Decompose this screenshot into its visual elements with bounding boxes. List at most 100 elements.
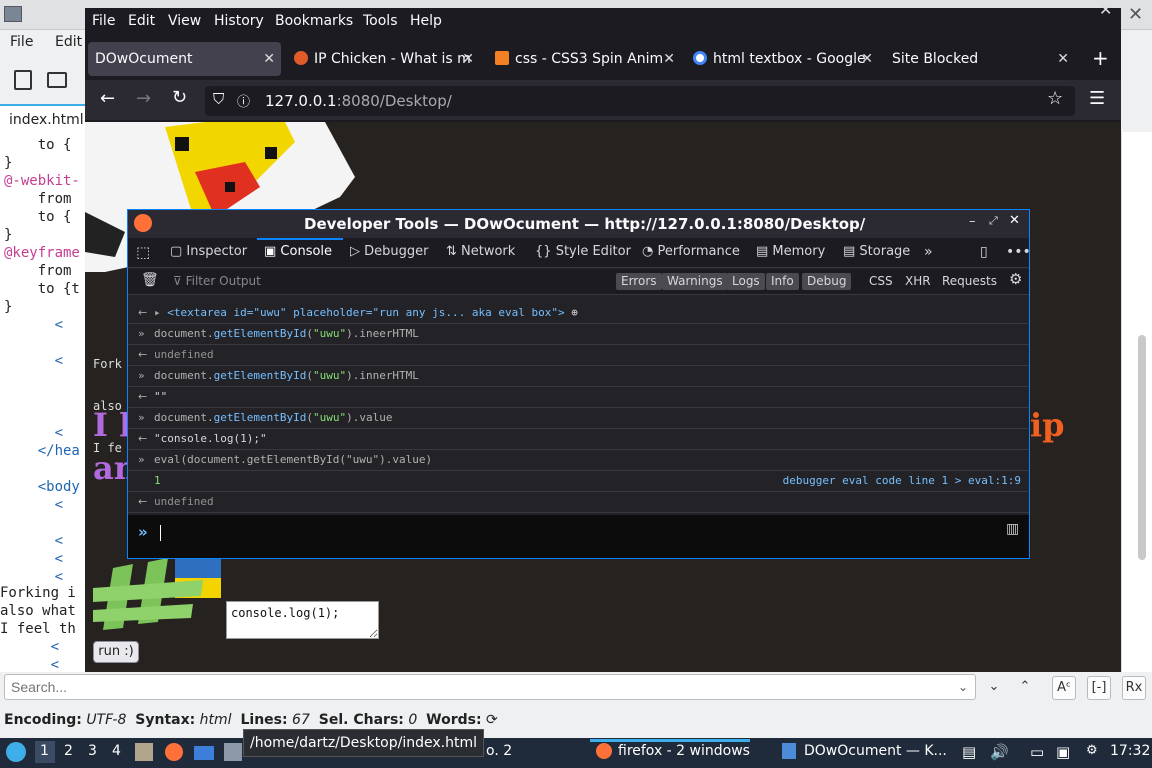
firefox-launcher-icon[interactable] <box>165 743 183 761</box>
console-input[interactable]: » ▥ <box>128 515 1029 558</box>
firefox-close-icon[interactable]: ✕ <box>1099 0 1112 19</box>
search-prev-icon[interactable]: ⌃ <box>1013 676 1037 700</box>
taskbar-kate[interactable]: DOwOcument — K... <box>804 743 947 759</box>
encoding-value[interactable]: UTF-8 <box>86 712 126 728</box>
workspace-3[interactable]: 3 <box>88 743 97 759</box>
notes-icon[interactable]: ▭ <box>1030 743 1044 761</box>
tab-css-spin[interactable]: css - CSS3 Spin Anim ✕ <box>491 42 681 76</box>
tab-performance[interactable]: ◔ Performance <box>642 244 740 259</box>
clipboard-icon[interactable]: ▤ <box>962 743 976 761</box>
filter-errors-button[interactable]: Errors <box>616 273 662 290</box>
workspace-1[interactable]: 1 <box>40 743 49 759</box>
volume-icon[interactable]: 🔊 <box>990 743 1009 761</box>
menu-file[interactable]: File <box>92 13 115 29</box>
filter-input[interactable]: ⊽ Filter Output <box>168 273 266 290</box>
expand-icon[interactable]: ▸ <box>154 306 167 319</box>
console-node[interactable]: <textarea id="uwu" placeholder="run any … <box>167 306 564 319</box>
tab-ip-chicken[interactable]: IP Chicken - What is m ✕ <box>290 42 480 76</box>
tab-close-icon[interactable]: ✕ <box>462 42 474 76</box>
menu-edit[interactable]: Edit <box>128 13 155 29</box>
console-log-source-link[interactable]: debugger eval code line 1 > eval:1:9 <box>783 471 1021 491</box>
workspace-4[interactable]: 4 <box>112 743 121 759</box>
menu-help[interactable]: Help <box>410 13 442 29</box>
kate-taskbar-icon[interactable] <box>224 743 242 761</box>
hamburger-menu-icon[interactable]: ☰ <box>1089 88 1105 109</box>
filter-debug-button[interactable]: Debug <box>802 273 852 290</box>
tab-debugger[interactable]: ▷ Debugger <box>350 244 429 259</box>
tab-console[interactable]: ▣ Console <box>264 244 332 259</box>
tab-close-icon[interactable]: ✕ <box>861 42 873 76</box>
search-dropdown-icon[interactable]: ⌄ <box>958 680 968 694</box>
node-target-icon[interactable]: ⊕ <box>565 306 578 319</box>
console-input-code: eval(document.getElementById("uwu").valu… <box>154 453 433 466</box>
tab-close-icon[interactable]: ✕ <box>663 42 675 76</box>
workspace-2[interactable]: 2 <box>64 743 73 759</box>
file-manager-icon[interactable] <box>135 743 153 761</box>
tab-memory[interactable]: ▤ Memory <box>756 244 825 259</box>
settings-tray-icon[interactable]: ⚙ <box>1086 743 1098 758</box>
url-host: 127.0.0.1 <box>265 92 337 110</box>
menu-view[interactable]: View <box>168 13 201 29</box>
devtools-title: Developer Tools — DOwOcument — http://12… <box>304 215 866 233</box>
filter-xhr-button[interactable]: XHR <box>900 273 936 290</box>
menu-tools[interactable]: Tools <box>363 13 398 29</box>
tab-storage[interactable]: ▤ Storage <box>843 244 910 259</box>
kate-close-icon[interactable]: ✕ <box>1128 4 1143 25</box>
split-console-icon[interactable]: ▥ <box>1006 521 1019 537</box>
match-case-icon[interactable]: Aᶜ <box>1052 676 1076 700</box>
tab-html-textbox[interactable]: html textbox - Google ✕ <box>689 42 879 76</box>
firefox-tabstrip: DOwOcument ✕ IP Chicken - What is m ✕ css … <box>85 40 1121 78</box>
terminal-icon[interactable] <box>194 746 214 760</box>
firefox-task-icon <box>596 743 612 759</box>
search-next-icon[interactable]: ⌄ <box>982 676 1006 700</box>
element-picker-icon[interactable]: ⬚ <box>136 243 150 261</box>
regex-icon[interactable]: Rx <box>1122 676 1146 700</box>
eval-textarea[interactable] <box>226 601 379 639</box>
forward-icon[interactable]: → <box>136 88 151 109</box>
menu-bookmarks[interactable]: Bookmarks <box>275 13 353 29</box>
filter-info-button[interactable]: Info <box>766 273 799 290</box>
shield-icon[interactable]: ⛉ <box>213 90 224 108</box>
bookmark-star-icon[interactable]: ☆ <box>1047 88 1063 109</box>
maximize-icon[interactable]: ⤢ <box>989 214 998 228</box>
devtools-options-icon[interactable]: ••• <box>1006 244 1031 260</box>
kate-menu-file[interactable]: File <box>10 34 33 50</box>
devtools-close-icon[interactable]: ✕ <box>1009 213 1020 228</box>
tab-close-icon[interactable]: ✕ <box>263 42 275 76</box>
taskbar-partial-item[interactable]: o. 2 <box>486 743 512 759</box>
tab-site-blocked[interactable]: Site Blocked ✕ <box>885 42 1075 76</box>
editor-scrollbar[interactable] <box>1138 335 1146 560</box>
filter-warnings-button[interactable]: Warnings <box>662 273 728 290</box>
tab-inspector[interactable]: ▢ Inspector <box>170 244 247 259</box>
app-launcher-icon[interactable] <box>6 742 26 762</box>
kate-menu-edit[interactable]: Edit <box>55 34 82 50</box>
open-folder-icon[interactable] <box>47 72 67 88</box>
reload-icon[interactable]: ↻ <box>172 87 187 108</box>
trash-icon[interactable]: 🗑 <box>136 272 164 289</box>
refresh-icon[interactable]: ⟳ <box>486 712 498 728</box>
tab-close-icon[interactable]: ✕ <box>1057 42 1069 76</box>
tab-network[interactable]: ⇅ Network <box>446 244 515 259</box>
whole-word-icon[interactable]: [-] <box>1087 676 1111 700</box>
taskbar-firefox[interactable]: firefox - 2 windows <box>618 743 750 759</box>
minimize-icon[interactable]: – <box>969 214 976 229</box>
filter-requests-button[interactable]: Requests <box>937 273 1002 290</box>
network-tray-icon[interactable]: ▣ <box>1056 743 1070 761</box>
tab-dowocument[interactable]: DOwOcument ✕ <box>88 42 281 76</box>
new-tab-icon[interactable]: + <box>1092 46 1109 70</box>
new-file-icon[interactable] <box>14 70 32 90</box>
url-text[interactable]: 127.0.0.1:8080/Desktop/ <box>265 92 452 110</box>
run-button[interactable]: run :) <box>93 641 139 663</box>
filter-css-button[interactable]: CSS <box>864 273 898 290</box>
console-settings-icon[interactable]: ⚙ <box>1004 271 1027 288</box>
responsive-mode-icon[interactable]: ▯ <box>980 244 988 260</box>
tab-style-editor[interactable]: {} Style Editor <box>535 244 631 259</box>
search-input[interactable] <box>4 674 976 700</box>
more-tools-icon[interactable]: » <box>924 244 933 260</box>
filter-logs-button[interactable]: Logs <box>727 273 765 290</box>
menu-history[interactable]: History <box>214 13 264 29</box>
lock-icon[interactable]: ⓘ <box>237 91 250 110</box>
kate-tab-index[interactable]: index.html <box>0 104 85 132</box>
back-icon[interactable]: ← <box>100 88 115 109</box>
syntax-value[interactable]: html <box>200 712 232 728</box>
